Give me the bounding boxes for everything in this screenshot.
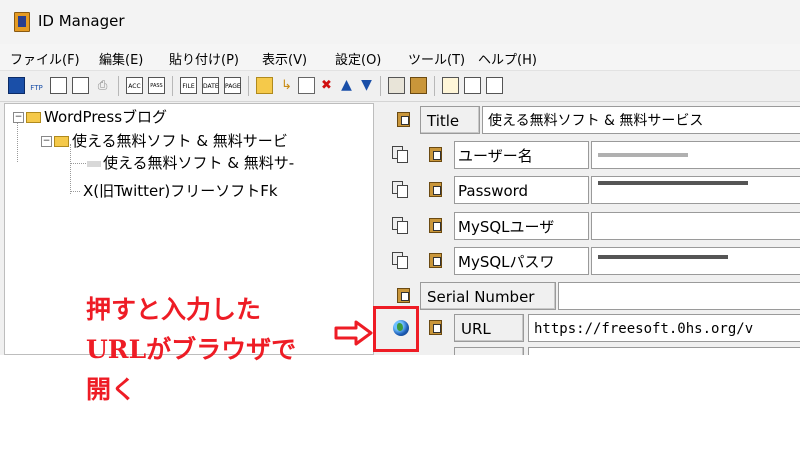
list-icon[interactable] bbox=[486, 77, 503, 94]
menu-tools[interactable]: ツール(T) bbox=[408, 49, 465, 68]
window-icon[interactable] bbox=[464, 77, 481, 94]
collapse-icon[interactable]: − bbox=[41, 136, 52, 147]
ftp-icon[interactable]: FTP bbox=[28, 77, 45, 94]
menu-file[interactable]: ファイル(F) bbox=[10, 49, 80, 68]
item-icon bbox=[87, 160, 101, 167]
toolbar-separator bbox=[248, 76, 249, 96]
new-subfolder-icon[interactable]: ↳ bbox=[278, 77, 295, 94]
file-icon[interactable]: FILE bbox=[180, 77, 197, 94]
tree-line bbox=[70, 191, 80, 192]
title-icon[interactable] bbox=[394, 109, 416, 131]
password-label: Password bbox=[454, 176, 589, 204]
mysql-user-field[interactable] bbox=[591, 212, 800, 240]
arrow-right-icon bbox=[334, 320, 373, 346]
paste-icon[interactable] bbox=[426, 317, 448, 339]
new-item-icon[interactable] bbox=[298, 77, 315, 94]
paste-icon[interactable] bbox=[426, 215, 448, 237]
save-icon[interactable] bbox=[8, 77, 25, 94]
annotation-line: URLがブラウザで bbox=[86, 335, 297, 364]
window-title: ID Manager bbox=[38, 12, 125, 30]
paste-icon[interactable] bbox=[394, 285, 416, 307]
export-icon[interactable] bbox=[72, 77, 89, 94]
copy-icon[interactable] bbox=[390, 143, 412, 165]
folder-icon bbox=[54, 136, 69, 147]
next-label[interactable] bbox=[454, 347, 524, 355]
mysql-user-label: MySQLユーザ bbox=[454, 212, 589, 240]
toolbar-separator bbox=[172, 76, 173, 96]
menu-bar: ファイル(F) 編集(E) 貼り付け(P) 表示(V) 設定(O) ツール(T)… bbox=[0, 44, 800, 71]
mysql-pass-label: MySQLパスワ bbox=[454, 247, 589, 275]
page-icon[interactable]: PAGE bbox=[224, 77, 241, 94]
menu-settings[interactable]: 設定(O) bbox=[335, 49, 381, 68]
menu-view[interactable]: 表示(V) bbox=[262, 49, 307, 68]
serial-label[interactable]: Serial Number bbox=[420, 282, 556, 310]
menu-help[interactable]: ヘルプ(H) bbox=[478, 49, 537, 68]
title-bar: ID Manager bbox=[0, 0, 800, 44]
annotation-line: 押すと入力した bbox=[86, 295, 262, 324]
tree-line bbox=[17, 122, 18, 162]
move-up-icon[interactable]: ▲ bbox=[338, 77, 355, 94]
title-field[interactable]: 使える無料ソフト & 無料サービス bbox=[482, 106, 800, 134]
acc-icon[interactable]: ACC bbox=[126, 77, 143, 94]
key-icon[interactable] bbox=[442, 77, 459, 94]
tree-node-label: 使える無料ソフト & 無料サ- bbox=[103, 154, 295, 172]
mysql-pass-field[interactable] bbox=[591, 247, 800, 275]
entry-form: Title 使える無料ソフト & 無料サービス ユーザー名 Password M… bbox=[378, 103, 800, 355]
tree-line bbox=[70, 163, 86, 164]
paste-icon[interactable] bbox=[426, 250, 448, 272]
toolbar-separator bbox=[118, 76, 119, 96]
print-icon[interactable]: ⎙ bbox=[94, 77, 111, 94]
date-icon[interactable]: DATE bbox=[202, 77, 219, 94]
new-folder-icon[interactable] bbox=[256, 77, 273, 94]
tree-node-label: WordPressブログ bbox=[44, 108, 168, 126]
serial-field[interactable] bbox=[558, 282, 800, 310]
toolbar-separator bbox=[380, 76, 381, 96]
annotation-text: 押すと入力した URLがブラウザで 開く bbox=[86, 290, 296, 410]
menu-paste[interactable]: 貼り付け(P) bbox=[169, 49, 239, 68]
tree-leaf-2[interactable]: X(旧Twitter)フリーソフトFk bbox=[83, 180, 278, 202]
app-icon bbox=[14, 12, 30, 32]
tree-leaf-1[interactable]: 使える無料ソフト & 無料サ- bbox=[87, 152, 294, 174]
annotation-line: 開く bbox=[86, 375, 137, 404]
delete-icon[interactable]: ✖ bbox=[318, 77, 335, 94]
copy-icon[interactable] bbox=[390, 214, 412, 236]
paste-icon[interactable] bbox=[426, 179, 448, 201]
masked-text bbox=[598, 153, 688, 157]
pass-icon[interactable]: PASS bbox=[148, 77, 165, 94]
copy-icon[interactable] bbox=[390, 178, 412, 200]
collapse-icon[interactable]: − bbox=[13, 112, 24, 123]
masked-text bbox=[598, 181, 748, 185]
tree-node-child[interactable]: − 使える無料ソフト & 無料サービ bbox=[41, 130, 288, 152]
folder-icon bbox=[26, 112, 41, 123]
next-field[interactable] bbox=[528, 347, 800, 355]
copy-icon[interactable] bbox=[390, 249, 412, 271]
toolbar-separator bbox=[434, 76, 435, 96]
open-icon[interactable] bbox=[388, 77, 405, 94]
html-export-icon[interactable] bbox=[50, 77, 67, 94]
move-down-icon[interactable]: ▼ bbox=[358, 77, 375, 94]
url-field[interactable]: https://freesoft.0hs.org/v bbox=[528, 314, 800, 342]
url-label[interactable]: URL bbox=[454, 314, 524, 342]
settings-icon[interactable] bbox=[410, 77, 427, 94]
paste-icon[interactable] bbox=[426, 144, 448, 166]
menu-edit[interactable]: 編集(E) bbox=[99, 49, 143, 68]
highlight-frame bbox=[373, 306, 419, 352]
tree-node-label: 使える無料ソフト & 無料サービ bbox=[72, 132, 288, 150]
username-label: ユーザー名 bbox=[454, 141, 589, 169]
toolbar: FTP ⎙ ACC PASS FILE DATE PAGE ↳ ✖ ▲ ▼ bbox=[0, 71, 800, 102]
masked-text bbox=[598, 255, 728, 259]
tree-node-root[interactable]: − WordPressブログ bbox=[13, 106, 167, 128]
title-label[interactable]: Title bbox=[420, 106, 480, 134]
tree-node-label: X(旧Twitter)フリーソフトFk bbox=[83, 182, 278, 200]
